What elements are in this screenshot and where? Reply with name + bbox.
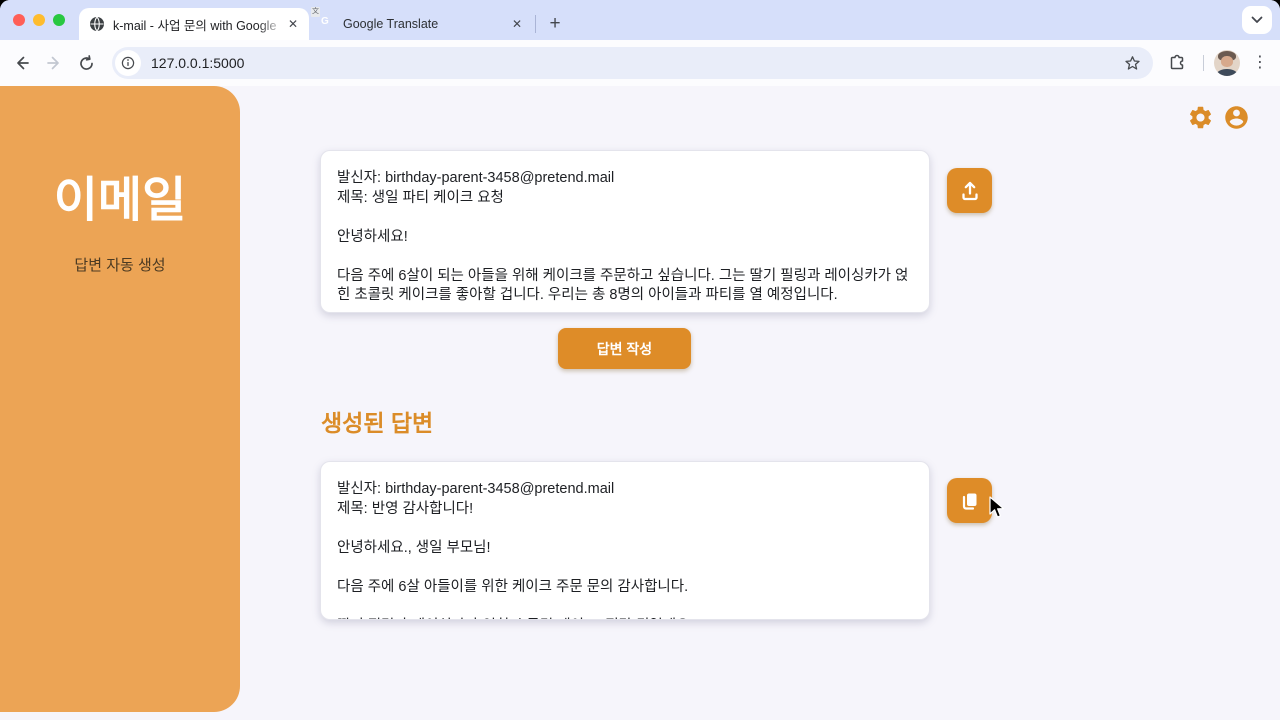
tab-google-translate[interactable]: G文 Google Translate ✕ bbox=[309, 8, 533, 40]
compose-reply-button[interactable]: 답변 작성 bbox=[558, 328, 691, 369]
sidebar: 이메일 답변 자동 생성 bbox=[0, 86, 240, 712]
toolbar-actions: ⋮ bbox=[1161, 47, 1270, 79]
back-button[interactable] bbox=[6, 47, 38, 79]
reload-button[interactable] bbox=[70, 47, 102, 79]
browser-window: k-mail - 사업 문의 with Google ✕ G文 Google T… bbox=[0, 0, 1280, 720]
tab-search-button[interactable] bbox=[1242, 6, 1272, 34]
forward-arrow-icon bbox=[45, 54, 63, 72]
email-subject: 제목: 반영 감사합니다! bbox=[337, 500, 913, 520]
bookmark-button[interactable] bbox=[1124, 55, 1141, 72]
tab-divider bbox=[535, 15, 536, 33]
email-body: 안녕하세요., 생일 부모님! 다음 주에 6살 아들이를 위한 케이크 주문 … bbox=[337, 539, 913, 621]
account-circle-icon bbox=[1223, 104, 1250, 131]
generated-reply-card: 발신자: birthday-parent-3458@pretend.mail 제… bbox=[320, 461, 930, 620]
web-page: 이메일 답변 자동 생성 발신자: birthday-parent-3458@p… bbox=[0, 86, 1280, 720]
kebab-menu-icon: ⋮ bbox=[1252, 55, 1268, 71]
star-icon bbox=[1124, 55, 1141, 72]
browser-toolbar: 127.0.0.1:5000 ⋮ bbox=[0, 40, 1280, 86]
account-button[interactable] bbox=[1223, 104, 1250, 136]
site-info-button[interactable] bbox=[115, 50, 141, 76]
forward-button[interactable] bbox=[38, 47, 70, 79]
tab-strip: k-mail - 사업 문의 with Google ✕ G文 Google T… bbox=[0, 0, 1280, 40]
incoming-email-card: 발신자: birthday-parent-3458@pretend.mail 제… bbox=[320, 150, 930, 313]
address-bar[interactable]: 127.0.0.1:5000 bbox=[112, 47, 1153, 79]
close-window-button[interactable] bbox=[13, 14, 25, 26]
google-translate-icon: G文 bbox=[319, 16, 335, 32]
new-tab-button[interactable]: + bbox=[542, 11, 568, 37]
url-text: 127.0.0.1:5000 bbox=[151, 55, 1124, 71]
page-header-icons bbox=[1187, 104, 1250, 136]
app-subtitle: 답변 자동 생성 bbox=[0, 254, 240, 275]
back-arrow-icon bbox=[13, 54, 31, 72]
email-subject: 제목: 생일 파티 케이크 요청 bbox=[337, 189, 913, 209]
toolbar-separator bbox=[1203, 55, 1204, 71]
minimize-window-button[interactable] bbox=[33, 14, 45, 26]
chevron-down-icon bbox=[1251, 16, 1263, 24]
copy-button[interactable] bbox=[947, 478, 992, 523]
app-title: 이메일 bbox=[0, 172, 240, 230]
generated-reply-heading: 생성된 답변 bbox=[321, 404, 433, 438]
copy-icon bbox=[958, 489, 982, 513]
settings-button[interactable] bbox=[1187, 104, 1214, 136]
close-tab-icon[interactable]: ✕ bbox=[285, 16, 301, 32]
reload-icon bbox=[78, 55, 95, 72]
extensions-button[interactable] bbox=[1161, 47, 1193, 79]
tab-title: k-mail - 사업 문의 with Google bbox=[113, 15, 285, 34]
upload-button[interactable] bbox=[947, 168, 992, 213]
email-body: 안녕하세요! 다음 주에 6살이 되는 아들을 위해 케이크를 주문하고 싶습니… bbox=[337, 228, 913, 306]
puzzle-icon bbox=[1168, 54, 1186, 72]
gear-icon bbox=[1187, 104, 1214, 131]
browser-menu-button[interactable]: ⋮ bbox=[1250, 47, 1270, 79]
tab-kmail[interactable]: k-mail - 사업 문의 with Google ✕ bbox=[79, 8, 309, 40]
info-icon bbox=[121, 56, 135, 70]
email-sender: 발신자: birthday-parent-3458@pretend.mail bbox=[337, 169, 913, 189]
globe-icon bbox=[89, 16, 105, 32]
zoom-window-button[interactable] bbox=[53, 14, 65, 26]
profile-avatar[interactable] bbox=[1214, 50, 1240, 76]
tab-title: Google Translate bbox=[343, 17, 509, 31]
close-tab-icon[interactable]: ✕ bbox=[509, 16, 525, 32]
email-sender: 발신자: birthday-parent-3458@pretend.mail bbox=[337, 480, 913, 500]
upload-icon bbox=[958, 179, 982, 203]
window-controls bbox=[0, 14, 79, 26]
